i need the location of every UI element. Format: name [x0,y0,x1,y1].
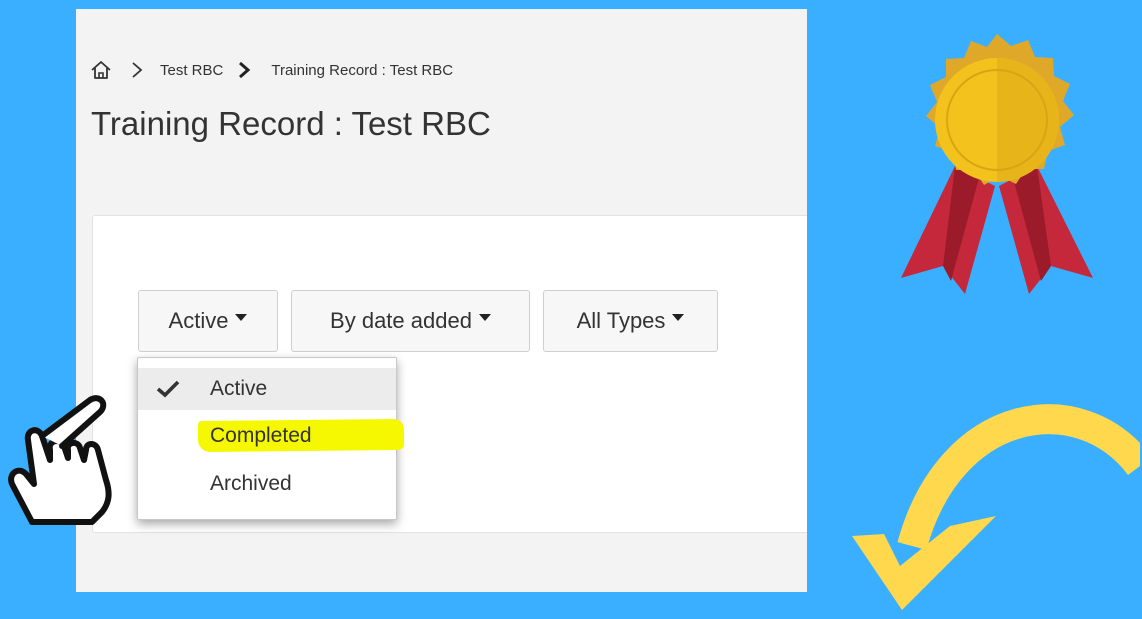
menu-item-label: Active [210,377,268,400]
menu-item-archived[interactable]: Archived [138,463,396,505]
breadcrumb-item-training-record: Training Record : Test RBC [271,61,454,79]
status-dropdown-menu: Active Completed Archived [137,357,405,520]
curved-arrow-icon [852,404,1140,610]
status-filter-dropdown[interactable]: Active [138,290,278,352]
sort-filter-label: By date added [330,308,472,333]
caret-down-icon [235,313,248,321]
page-title: Training Record : Test RBC [91,105,491,142]
checkmark-icon [156,380,180,398]
app-screenshot: Test RBC Training Record : Test RBC Trai… [76,9,807,592]
sort-filter-dropdown[interactable]: By date added [291,290,530,352]
menu-item-completed[interactable]: Completed [138,415,396,457]
chevron-right-icon [132,62,143,78]
menu-item-label: Archived [210,472,292,495]
chevron-right-icon [239,61,251,79]
filter-card: Active By date added All Types Active Co… [92,215,807,533]
award-ribbon-icon [901,34,1093,294]
breadcrumb-item-test-rbc[interactable]: Test RBC [160,62,223,79]
types-filter-label: All Types [576,308,666,333]
menu-item-label: Completed [210,424,312,447]
home-icon[interactable] [90,59,112,81]
pointing-hand-icon [8,395,112,525]
menu-item-active[interactable]: Active [138,368,396,410]
caret-down-icon [478,313,491,321]
status-filter-label: Active [168,308,229,333]
breadcrumb: Test RBC Training Record : Test RBC [90,55,453,85]
types-filter-dropdown[interactable]: All Types [543,290,718,352]
caret-down-icon [672,313,685,321]
